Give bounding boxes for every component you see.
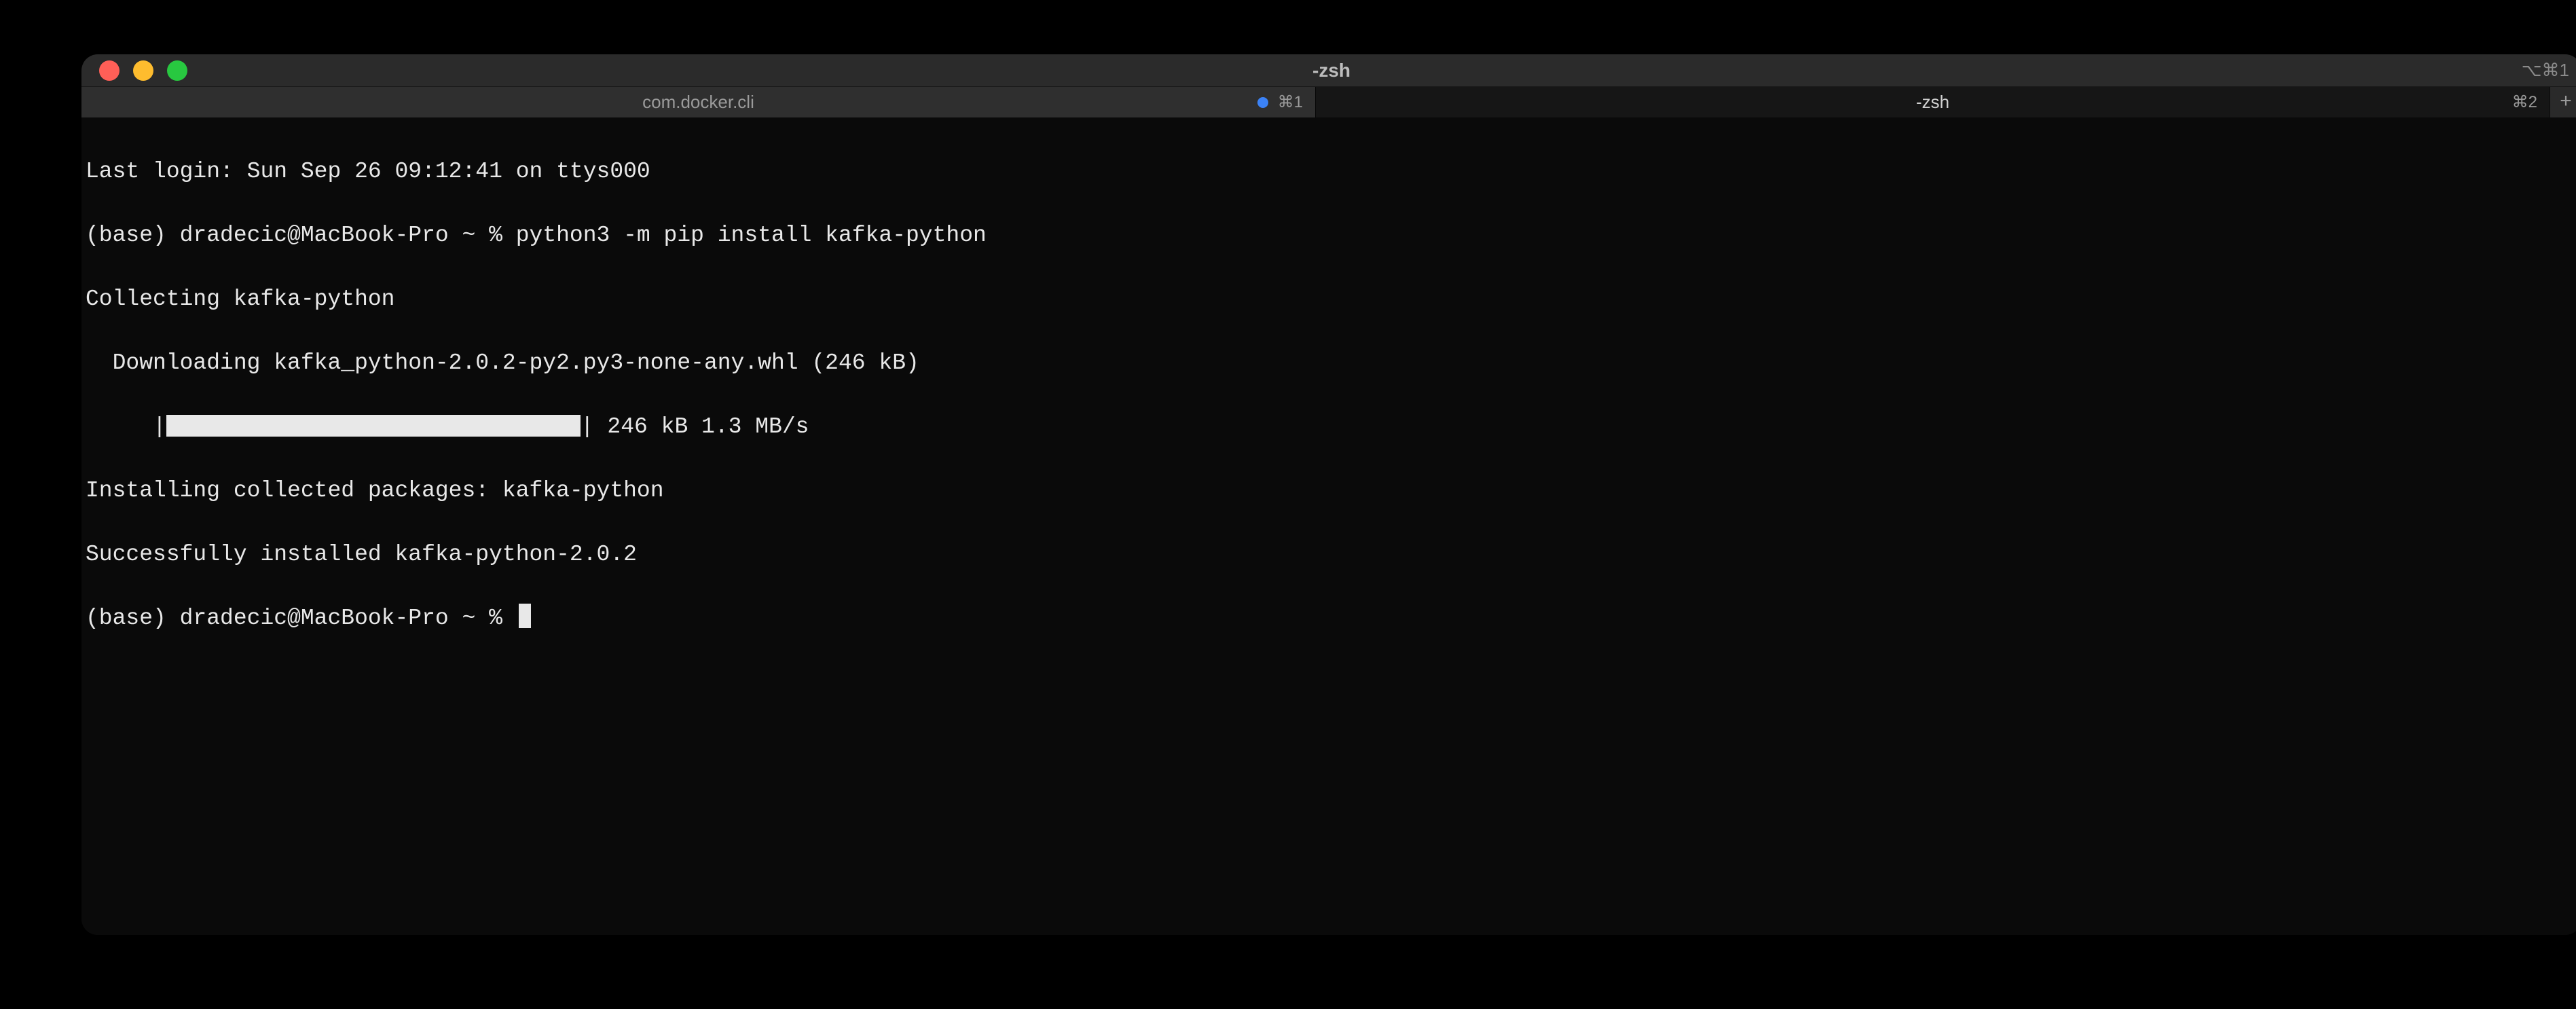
window-split-shortcut: ⌥⌘1	[2522, 60, 2569, 81]
new-tab-button[interactable]: +	[2550, 87, 2576, 117]
tab-bar: com.docker.cli ⌘1 -zsh ⌘2 +	[81, 87, 2576, 118]
terminal-line: Last login: Sun Sep 26 09:12:41 on ttys0…	[86, 155, 2576, 187]
terminal-body[interactable]: Last login: Sun Sep 26 09:12:41 on ttys0…	[81, 118, 2576, 935]
tab-right-group: ⌘1	[1257, 92, 1303, 112]
progress-prefix: |	[86, 414, 166, 439]
minimize-icon[interactable]	[133, 60, 153, 81]
plus-icon: +	[2560, 92, 2572, 113]
terminal-line: Downloading kafka_python-2.0.2-py2.py3-n…	[86, 347, 2576, 379]
terminal-line: (base) dradecic@MacBook-Pro ~ % python3 …	[86, 219, 2576, 251]
progress-bar-icon	[166, 415, 581, 437]
progress-line: | | 246 kB 1.3 MB/s	[86, 411, 2576, 443]
prompt: (base) dradecic@MacBook-Pro ~ %	[86, 606, 516, 631]
tab-shortcut: ⌘2	[2512, 92, 2537, 112]
tab-shortcut: ⌘1	[1278, 92, 1303, 112]
terminal-window: -zsh ⌥⌘1 com.docker.cli ⌘1 -zsh ⌘2 + La	[81, 54, 2576, 935]
terminal-line: Installing collected packages: kafka-pyt…	[86, 475, 2576, 507]
tab-zsh[interactable]: -zsh ⌘2	[1316, 87, 2550, 117]
cursor-icon	[519, 604, 531, 628]
tab-right-group: ⌘2	[2512, 92, 2537, 112]
stage: -zsh ⌥⌘1 com.docker.cli ⌘1 -zsh ⌘2 + La	[0, 0, 2576, 1009]
tab-docker-cli[interactable]: com.docker.cli ⌘1	[81, 87, 1316, 117]
prompt-line: (base) dradecic@MacBook-Pro ~ %	[86, 602, 2576, 634]
close-icon[interactable]	[99, 60, 119, 81]
terminal-line: Successfully installed kafka-python-2.0.…	[86, 538, 2576, 570]
window-title: -zsh	[81, 60, 2576, 81]
titlebar[interactable]: -zsh ⌥⌘1	[81, 54, 2576, 87]
tab-label: com.docker.cli	[642, 92, 754, 113]
progress-suffix: | 246 kB 1.3 MB/s	[581, 414, 809, 439]
zoom-icon[interactable]	[167, 60, 187, 81]
tab-label: -zsh	[1916, 92, 1949, 113]
traffic-lights	[81, 60, 187, 81]
activity-indicator-icon	[1257, 97, 1268, 108]
terminal-line: Collecting kafka-python	[86, 283, 2576, 315]
